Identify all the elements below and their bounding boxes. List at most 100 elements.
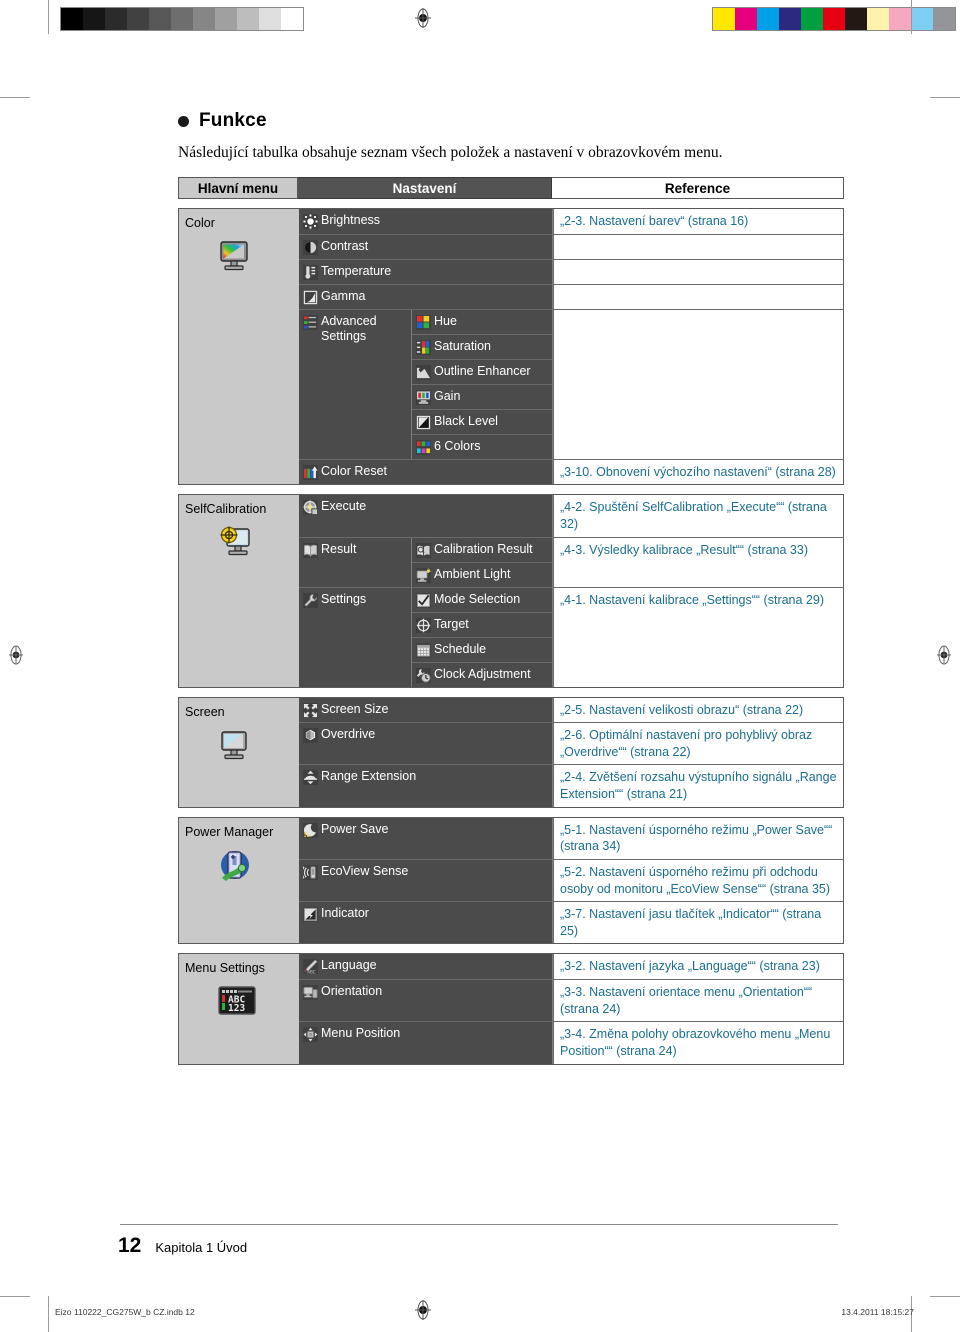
target-icon [416,617,431,633]
sub-setting-row[interactable]: Ambient Light [412,561,552,587]
sub-setting-label: 6 Colors [434,438,481,453]
reference-cell[interactable]: „3-3. Nastavení orientace menu „Orientat… [553,980,843,1022]
setting-label: Settings [321,591,367,606]
gain-icon [416,389,431,405]
setting-label: Language [321,958,377,973]
settings-wrench-icon [303,592,318,608]
setting-cell[interactable]: Orientation [299,980,553,1022]
reference-cell[interactable]: „2-6. Optimální nastavení pro pohyblivý … [553,723,843,765]
gamma-icon [303,289,318,305]
reference-cell[interactable]: „2-4. Zvětšení rozsahu výstupního signál… [553,765,843,807]
sub-setting-label: Schedule [434,641,487,656]
reference-cell[interactable]: „3-4. Změna polohy obrazovkového menu „M… [553,1022,843,1064]
sub-setting-row[interactable]: Outline Enhancer [412,358,552,384]
reference-cell[interactable]: „4-2. Spuštění SelfCalibration „Execute“… [553,495,843,537]
calibration-result-icon [416,542,431,558]
setting-cell[interactable]: Indicator [299,902,553,944]
setting-cell[interactable]: Execute [299,495,553,537]
setting-cell[interactable]: EcoView Sense [299,859,553,902]
table-row: EcoView Sense „5-2. Nastavení úsporného r… [299,858,843,902]
reference-cell[interactable]: „4-1. Nastavení kalibrace „Settings““ (s… [553,587,843,687]
reference-cell[interactable]: „2-3. Nastavení barev“ (strana 16) [553,209,843,234]
indicator-icon [303,907,318,923]
menu-group: Color Brightness „2-3. Nastavení barev“ (s… [178,208,844,486]
group-label-cell: Power Manager [179,817,299,944]
group-label: Menu Settings [185,961,265,976]
table-row: Execute „4-2. Spuštění SelfCalibration „E… [299,495,843,537]
outline-enhancer-icon [416,364,431,380]
setting-cell[interactable]: Brightness [299,209,553,234]
sub-setting-column: Calibration Result Ambient Light [412,537,553,587]
print-slug-left: Eizo 110222_CG275W_b CZ.indb 12 [55,1307,195,1317]
setting-label: Indicator [321,906,369,921]
sub-setting-label: Mode Selection [434,591,521,606]
reference-cell[interactable]: „5-2. Nastavení úsporného režimu při odc… [553,859,843,902]
sub-setting-row[interactable]: Mode Selection [412,588,552,612]
sub-setting-label: Outline Enhancer [434,363,531,378]
setting-label: Temperature [321,263,392,278]
setting-label: Range Extension [321,769,417,784]
sub-setting-row[interactable]: Clock Adjustment [412,661,552,687]
intro-paragraph: Následující tabulka obsahuje seznam všec… [178,144,723,161]
group-rows: ABC Language „3-2. Nastavení jazyka „Langu… [299,954,843,1064]
group-label: Power Manager [185,824,274,839]
brightness-icon [303,214,318,229]
reference-cell [553,259,843,284]
sub-setting-row[interactable]: Calibration Result [412,538,552,562]
svg-text:ABC: ABC [307,970,316,975]
reference-cell[interactable]: „4-3. Výsledky kalibrace „Result““ (stra… [553,537,843,587]
sub-setting-label: Ambient Light [434,566,511,581]
setting-cell[interactable]: Screen Size [299,697,553,723]
setting-cell[interactable]: Temperature [299,259,553,284]
sub-setting-column: Mode Selection Target Schedule Clock Adjust… [412,587,553,687]
reference-cell[interactable]: „3-2. Nastavení jazyka „Language““ (stra… [553,954,843,979]
setting-label: Execute [321,499,367,514]
six-colors-icon [416,439,431,455]
group-rows: Power Save „5-1. Nastavení úsporného reži… [299,817,843,944]
saturation-icon [416,339,431,355]
setting-cell[interactable]: Gamma [299,284,553,309]
reference-cell[interactable]: „2-5. Nastavení velikosti obrazu“ (stran… [553,697,843,723]
setting-label: Color Reset [321,463,387,478]
setting-cell[interactable]: Menu Position [299,1022,553,1064]
setting-cell[interactable]: Color Reset [299,459,553,485]
sub-setting-row[interactable]: Schedule [412,636,552,662]
setting-cell[interactable]: Contrast [299,234,553,259]
table-row: Indicator „3-7. Nastavení jasu tlačítek „… [299,901,843,944]
reference-cell[interactable]: „3-10. Obnovení výchozího nastavení“ (st… [553,459,843,485]
setting-label: Screen Size [321,701,389,716]
setting-cell[interactable]: Result [299,537,412,587]
sub-setting-row[interactable]: Black Level [412,408,552,434]
menu-group: SelfCalibration Execute „4-2. Spuštění Sel… [178,494,844,688]
group-label-cell: Color [179,209,299,485]
table-row: Power Save „5-1. Nastavení úsporného reži… [299,817,843,859]
table-row: Advanced Settings Hue Saturation Outline En… [299,308,843,459]
setting-cell[interactable]: Range Extension [299,765,553,807]
monitor-target-icon [217,525,253,559]
group-label-cell: Menu Settings ABC 123 [179,954,299,1064]
sub-setting-row[interactable]: Gain [412,383,552,409]
setting-cell[interactable]: Advanced Settings [299,309,412,459]
sub-setting-row[interactable]: Saturation [412,333,552,359]
setting-cell[interactable]: Power Save [299,817,553,859]
menu-group: Power Manager Power Save „5-1. Nastavení ú… [178,816,844,945]
setting-label: Overdrive [321,727,376,742]
group-rows: Execute „4-2. Spuštění SelfCalibration „E… [299,495,843,687]
reference-cell[interactable]: „5-1. Nastavení úsporného režimu „Power … [553,817,843,859]
advanced-settings-icon [303,314,318,330]
sub-setting-row[interactable]: Target [412,611,552,637]
menu-group: Screen Screen Size „2-5. Nastavení velikos… [178,696,844,808]
setting-cell[interactable]: Settings [299,587,412,687]
group-label-cell: SelfCalibration [179,495,299,687]
table-header-row: Hlavní menu Nastavení Reference [178,177,844,199]
setting-label: Result [321,541,357,556]
sub-setting-row[interactable]: Hue [412,310,552,334]
setting-cell[interactable]: Overdrive [299,723,553,765]
setting-label: Power Save [321,821,389,836]
column-header-main-menu: Hlavní menu [178,177,298,199]
setting-label: Gamma [321,288,366,303]
setting-cell[interactable]: ABC Language [299,954,553,979]
page-title: Funkce [178,110,267,132]
reference-cell[interactable]: „3-7. Nastavení jasu tlačítek „Indicator… [553,902,843,944]
sub-setting-row[interactable]: 6 Colors [412,433,552,459]
